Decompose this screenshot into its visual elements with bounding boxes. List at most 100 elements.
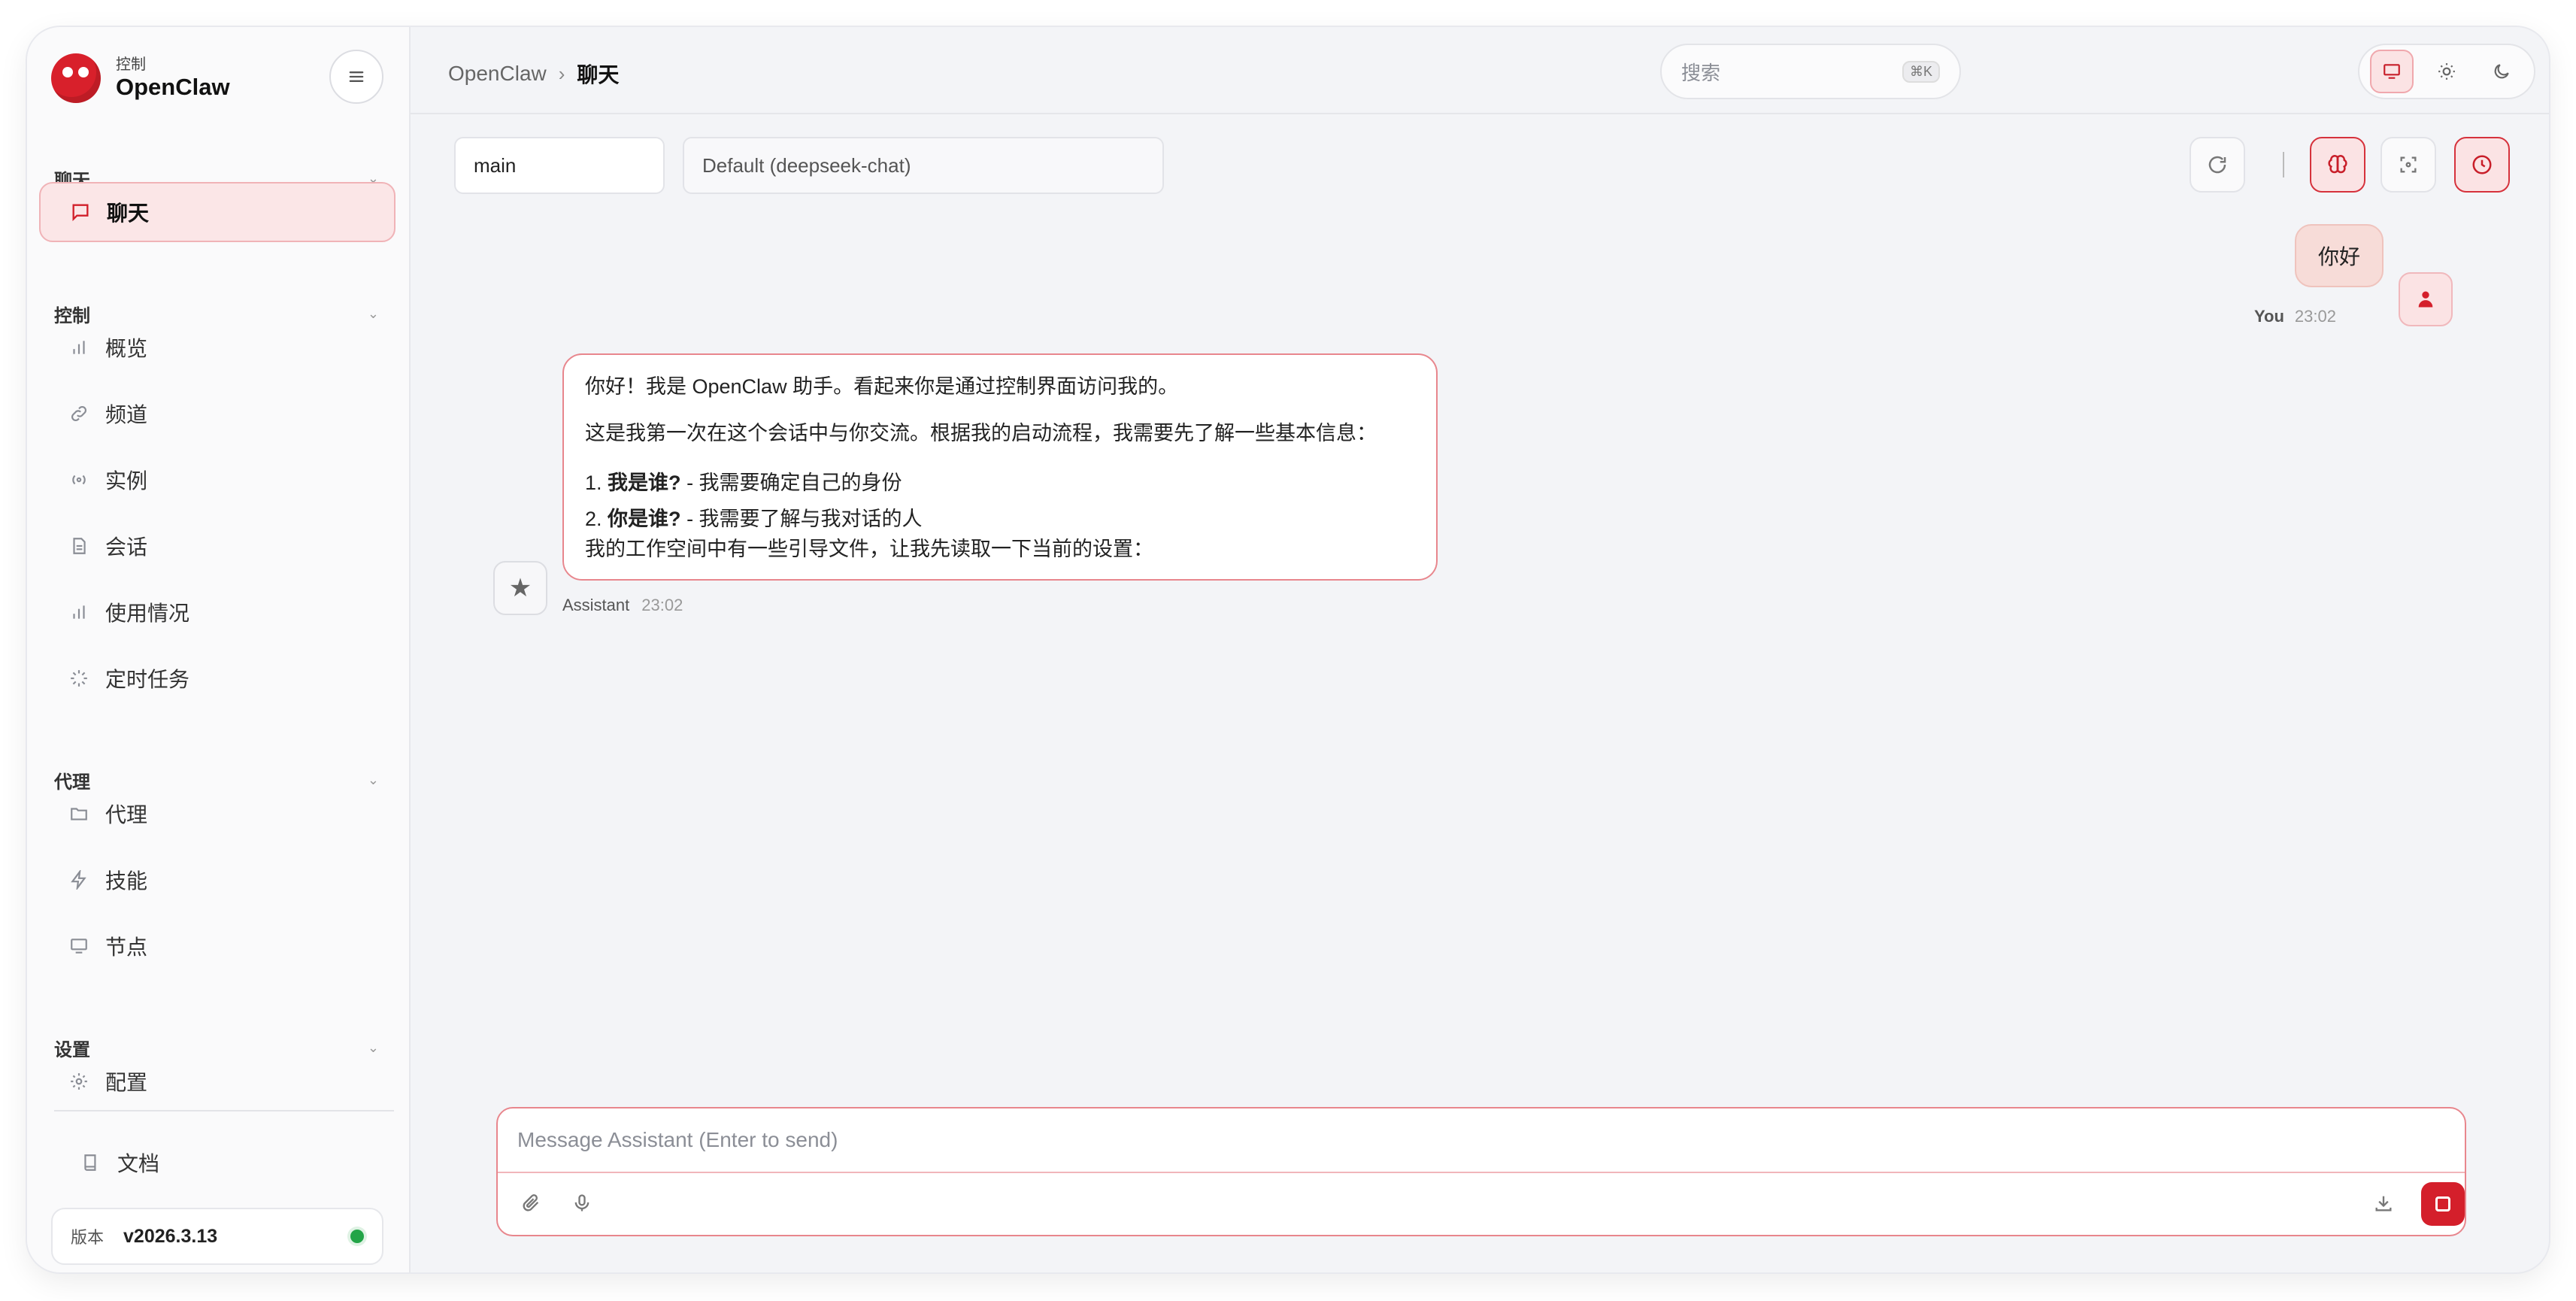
sidebar-item-config[interactable]: 配置 (39, 1051, 395, 1111)
brand-subtitle: 控制 (116, 56, 146, 73)
search-placeholder: 搜索 (1681, 61, 1721, 84)
user-avatar (2399, 272, 2453, 326)
version-label: 版本 (71, 1228, 105, 1247)
focus-icon (2400, 156, 2417, 173)
user-message-meta: You 23:02 (2254, 307, 2336, 326)
sidebar-item-skills[interactable]: 技能 (39, 850, 395, 910)
top-header: OpenClaw › 聊天 (411, 27, 2549, 114)
assistant-message-meta: Assistant 23:02 (562, 596, 683, 615)
breadcrumb-current: 聊天 (577, 63, 620, 86)
assistant-avatar: ★ (493, 561, 547, 615)
bolt-icon (68, 869, 90, 891)
user-icon (2418, 291, 2433, 308)
focus-mode-button[interactable] (2381, 137, 2436, 193)
microphone-icon (574, 1194, 589, 1212)
list-text: - 我需要确定自己的身份 (686, 472, 902, 494)
openclaw-logo (51, 53, 101, 103)
list-number: 2. (585, 508, 602, 530)
sidebar-item-instances[interactable]: 实例 (39, 450, 395, 510)
sidebar-item-agents[interactable]: 代理 (39, 784, 395, 844)
model-select[interactable]: Default (deepseek-chat) (683, 137, 1164, 194)
sidebar-item-nodes[interactable]: 节点 (39, 916, 395, 976)
sidebar-item-docs[interactable]: 文档 (39, 1133, 395, 1193)
sidebar-item-label: 实例 (105, 469, 148, 493)
message-composer (496, 1107, 2466, 1236)
bar-chart-icon (68, 601, 90, 623)
refresh-icon (2208, 156, 2226, 174)
user-timestamp: 23:02 (2294, 307, 2336, 326)
search-box[interactable]: 搜索 ⌘K (1660, 44, 1961, 99)
sidebar-item-label: 聊天 (107, 202, 150, 225)
status-dot (350, 1230, 364, 1243)
session-select[interactable]: main (454, 137, 665, 194)
sidebar-item-label: 节点 (105, 936, 148, 959)
list-number: 1. (585, 472, 602, 494)
user-message-bubble: 你好 (2295, 224, 2384, 287)
sidebar-item-label: 频道 (105, 403, 148, 426)
brain-icon (2328, 155, 2347, 174)
breadcrumb-separator: › (558, 62, 565, 85)
brand[interactable]: 控制 OpenClaw (51, 50, 230, 107)
hamburger-icon (349, 71, 364, 83)
breadcrumb-root[interactable]: OpenClaw (448, 62, 547, 86)
sidebar-item-label: 文档 (117, 1152, 160, 1175)
folder-icon (68, 802, 90, 825)
refresh-button[interactable] (2190, 137, 2245, 193)
history-button[interactable] (2454, 137, 2510, 193)
list-bold: 我是谁? (608, 472, 681, 494)
assistant-paragraph: 你好！我是 OpenClaw 助手。看起来你是通过控制界面访问我的。 (585, 375, 1179, 398)
gear-icon (68, 1070, 90, 1093)
list-text: - 我需要了解与我对话的人 (686, 508, 923, 530)
sidebar-item-label: 会话 (105, 535, 148, 559)
book-icon (80, 1151, 102, 1174)
assistant-message-bubble: 你好！我是 OpenClaw 助手。看起来你是通过控制界面访问我的。 这是我第一… (562, 353, 1438, 581)
star-icon: ★ (508, 574, 532, 602)
sidebar-item-chat[interactable]: 聊天 (39, 182, 395, 242)
stop-button[interactable] (2421, 1182, 2465, 1226)
voice-button[interactable] (567, 1188, 597, 1218)
menu-toggle-button[interactable] (329, 50, 383, 104)
theme-light-button[interactable] (2425, 50, 2468, 93)
toolbar-separator (2283, 152, 2284, 177)
user-message-text: 你好 (2317, 245, 2360, 268)
sidebar-item-usage[interactable]: 使用情况 (39, 582, 395, 642)
theme-dark-button[interactable] (2480, 50, 2523, 93)
sidebar-item-cron[interactable]: 定时任务 (39, 648, 395, 708)
assistant-paragraph: 这是我第一次在这个会话中与你交流。根据我的启动流程，我需要先了解一些基本信息： (585, 422, 1377, 444)
bar-chart-icon (68, 336, 90, 359)
download-icon (2375, 1196, 2392, 1212)
sidebar-item-overview[interactable]: 概览 (39, 317, 395, 378)
sidebar-item-label: 概览 (105, 337, 148, 360)
sidebar-item-label: 技能 (105, 869, 148, 893)
sidebar-item-label: 使用情况 (105, 602, 190, 625)
session-value: main (474, 153, 517, 177)
theme-system-button[interactable] (2369, 50, 2414, 93)
breadcrumb: OpenClaw › 聊天 (448, 59, 619, 89)
stop-icon (2435, 1196, 2450, 1212)
sidebar-item-label: 配置 (105, 1071, 148, 1094)
user-name: You (2254, 307, 2284, 326)
sidebar: 控制 OpenClaw 聊天 ⌄ 聊天 控制 ⌄ 概览 频道 实例 会话 使用情… (27, 27, 411, 1272)
message-input[interactable] (498, 1108, 2465, 1173)
sidebar-item-channels[interactable]: 频道 (39, 384, 395, 444)
attach-button[interactable] (516, 1188, 546, 1218)
thinking-toggle-button[interactable] (2310, 137, 2365, 193)
sun-icon (2438, 63, 2455, 80)
list-bold: 你是谁? (608, 508, 681, 530)
assistant-paragraph: 我的工作空间中有一些引导文件，让我先读取一下当前的设置： (585, 538, 1153, 560)
sidebar-divider (54, 1110, 394, 1111)
assistant-name: Assistant (562, 596, 630, 614)
clock-icon (2472, 155, 2492, 174)
monitor-icon (2383, 64, 2400, 79)
broadcast-icon (68, 469, 90, 491)
moon-icon (2494, 64, 2510, 79)
shortcut-badge: ⌘K (1902, 60, 1940, 83)
brand-name: OpenClaw (116, 74, 230, 100)
export-button[interactable] (2368, 1188, 2399, 1218)
sidebar-item-sessions[interactable]: 会话 (39, 516, 395, 576)
file-icon (68, 535, 90, 557)
version-value: v2026.3.13 (123, 1225, 218, 1247)
theme-switcher (2358, 44, 2535, 99)
link-icon (68, 402, 90, 425)
model-value: Default (deepseek-chat) (702, 153, 911, 177)
